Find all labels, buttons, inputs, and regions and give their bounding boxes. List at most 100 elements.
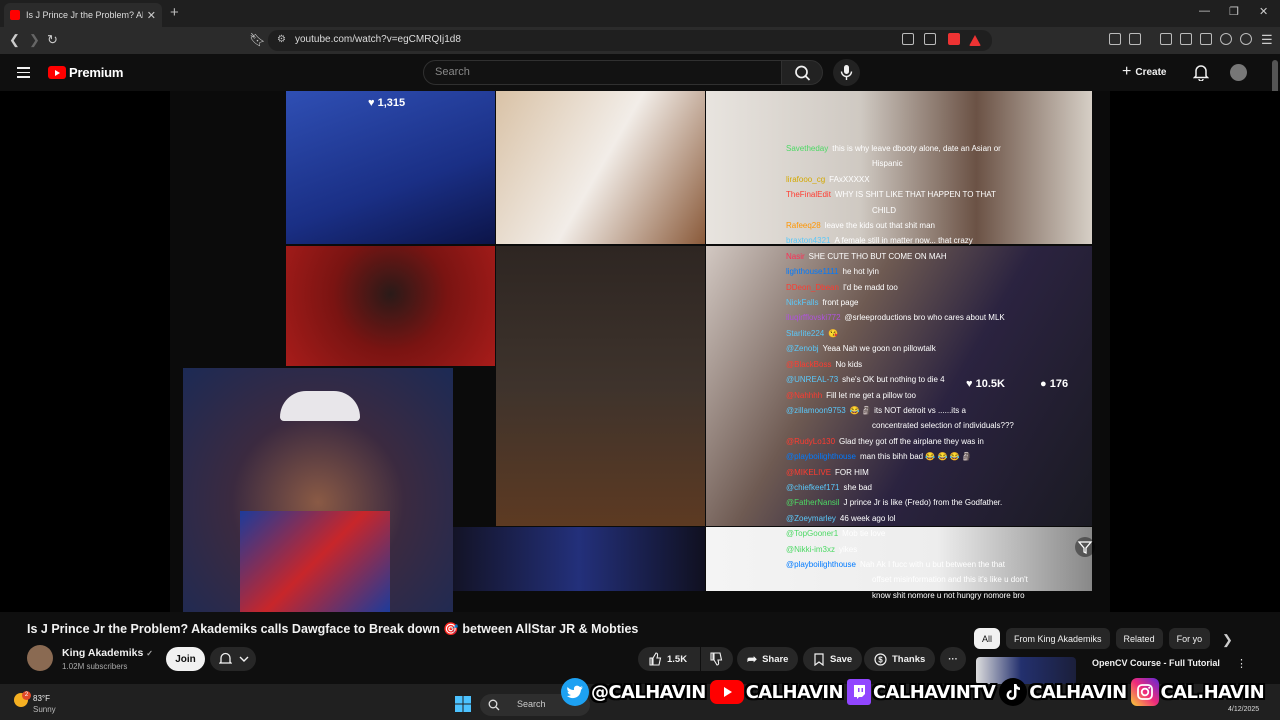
youtube-header: Premium Search + Create	[0, 54, 1280, 91]
thanks-button[interactable]: $ Thanks	[864, 647, 936, 671]
new-tab-button[interactable]: +	[170, 4, 179, 21]
chevron-right-icon[interactable]: ❯	[1222, 632, 1233, 648]
tab-close-icon[interactable]: ✕	[147, 9, 156, 22]
chat-text: @srleeproductions bro who cares about ML…	[844, 313, 1005, 323]
wallet-icon[interactable]	[1200, 33, 1212, 45]
media-icon[interactable]	[1160, 33, 1172, 45]
brave-shield-icon[interactable]	[948, 33, 960, 45]
hamburger-menu-icon[interactable]	[17, 67, 30, 78]
tab-title: Is J Prince Jr the Problem? Akademiks	[26, 10, 143, 20]
chat-text: know shit nomore u not hungry nomore bro	[872, 590, 1025, 600]
chat-text: 😘	[828, 328, 839, 338]
chat-message: TheFinalEdit WHY IS SHIT LIKE THAT HAPPEN…	[786, 187, 1086, 202]
chat-message: Hispanic	[786, 156, 1086, 171]
chat-message: @TopGooner1 Mob tie love	[786, 526, 1086, 541]
search-input[interactable]: Search	[423, 60, 782, 85]
filter-icon[interactable]	[1074, 536, 1096, 558]
chat-username: @UNREAL-73	[786, 375, 839, 385]
chat-username: NickFalls	[786, 298, 819, 308]
chip-for-you[interactable]: For yo	[1168, 628, 1211, 649]
share-page-icon[interactable]	[924, 33, 936, 45]
youtube-premium-logo[interactable]: Premium	[48, 65, 123, 80]
back-icon[interactable]: ❮	[9, 32, 20, 48]
dislike-button[interactable]	[701, 647, 733, 671]
tiktok-icon	[999, 678, 1028, 706]
chat-message: @playboilighthouse man this bihh bad 😂 😂 …	[786, 449, 1086, 464]
reader-icon[interactable]	[1129, 33, 1141, 45]
leo-ai-icon[interactable]	[1220, 33, 1232, 45]
subscription-bell-button[interactable]	[210, 647, 256, 671]
cast-icon[interactable]	[902, 33, 914, 45]
create-button[interactable]: + Create	[1122, 62, 1166, 82]
join-button[interactable]: Join	[166, 647, 205, 671]
save-label: Save	[830, 653, 853, 665]
browser-menu-icon[interactable]: ☰	[1261, 32, 1273, 48]
youtube-icon	[709, 680, 744, 704]
chat-username: TheFinalEdit	[786, 190, 831, 200]
more-actions-button[interactable]: ···	[940, 647, 966, 671]
chat-text: yikes	[839, 544, 858, 554]
extensions-icon[interactable]	[1109, 33, 1121, 45]
chat-username: iluqirfflovski772	[786, 313, 841, 323]
channel-avatar[interactable]	[27, 645, 53, 671]
save-button[interactable]: Save	[803, 647, 863, 671]
channel-name[interactable]: King Akademiks ✓	[62, 647, 153, 659]
chat-text: leave the kids out that shit man	[824, 221, 935, 231]
tiktok-handle: CALHAVIN	[1029, 681, 1127, 703]
voice-search-button[interactable]	[833, 59, 860, 86]
chip-all[interactable]: All	[974, 628, 1001, 649]
chat-text: Nah Ak I fucc with u but between the tha…	[859, 559, 1005, 569]
share-label: Share	[762, 653, 789, 665]
chat-message: braxton4321 A female still in matter now.…	[786, 233, 1086, 248]
chat-message: Starlite224 😘	[786, 326, 1086, 341]
search-button[interactable]	[781, 60, 823, 85]
chat-text: Mob tie love	[842, 529, 886, 539]
chat-message: @zillamoon9753 😂 🗿 its NOT detroit vs ...…	[786, 403, 1086, 418]
chip-related[interactable]: Related	[1115, 628, 1163, 649]
close-window-icon[interactable]: ✕	[1259, 5, 1268, 18]
youtube-handle: CALHAVIN	[745, 681, 844, 703]
like-button[interactable]: 1.5K	[638, 647, 700, 671]
logo-text: Premium	[69, 65, 124, 80]
thumbs-down-icon	[710, 652, 723, 666]
video-tile-bottom-1	[453, 527, 705, 591]
site-info-icon[interactable]: ⚙︎	[277, 34, 286, 45]
weather-condition[interactable]: Sunny	[33, 705, 56, 714]
twitch-icon	[846, 679, 871, 705]
chip-from-channel[interactable]: From King Akademiks	[1006, 628, 1110, 649]
up-next-title[interactable]: OpenCV Course - Full Tutorial	[1092, 658, 1220, 668]
reload-icon[interactable]: ↻	[47, 32, 58, 48]
sidebar-icon[interactable]	[1180, 33, 1192, 45]
notifications-bell-icon[interactable]	[1193, 63, 1209, 81]
minimize-icon[interactable]: —	[1199, 5, 1210, 17]
svg-text:$: $	[878, 655, 883, 664]
browser-tab-bar: Is J Prince Jr the Problem? Akademiks ✕ …	[0, 0, 1280, 27]
account-avatar[interactable]	[1230, 64, 1247, 81]
chat-message: Nasir SHE CUTE THO BUT COME ON MAH	[786, 249, 1086, 264]
weather-temperature[interactable]: 83°F	[33, 694, 50, 703]
address-bar[interactable]: ⚙︎ youtube.com/watch?v=egCMRQIj1d8	[268, 30, 992, 51]
chat-text: she's OK but nothing to die 4	[842, 375, 945, 385]
restore-icon[interactable]: ❐	[1229, 5, 1239, 18]
chat-message: CHILD	[786, 203, 1086, 218]
bell-icon	[219, 652, 232, 664]
subscriber-count: 1.02M subscribers	[62, 662, 128, 671]
share-button[interactable]: ➦ Share	[737, 647, 799, 671]
browser-tab[interactable]: Is J Prince Jr the Problem? Akademiks ✕	[4, 3, 162, 27]
chat-username: @playboilighthouse	[786, 452, 856, 462]
bookmark-icon[interactable]: 🔖︎	[249, 32, 266, 48]
video-player[interactable]: ♥ 1,315 Savetheday this is why leave dboo…	[0, 91, 1280, 612]
chat-text: FAxXXXXX	[829, 174, 870, 184]
live-chat-overlay: Savetheday this is why leave dbooty alone…	[786, 144, 1086, 603]
windows-start-icon[interactable]	[455, 696, 471, 712]
twitter-icon	[561, 678, 589, 706]
forward-icon[interactable]: ❯	[29, 32, 40, 48]
vpn-icon[interactable]	[1240, 33, 1252, 45]
rewards-icon[interactable]	[969, 35, 981, 46]
chat-username: @TopGooner1	[786, 529, 839, 539]
kebab-menu-icon[interactable]: ⋮	[1236, 657, 1247, 670]
chat-text: man this bihh bad 😂 😂 😂 🗿	[859, 452, 972, 462]
chat-username: lirafooo_cg	[786, 174, 826, 184]
chat-username: @FatherNansil	[786, 498, 840, 508]
chat-text: Fill let me get a pillow too	[826, 390, 916, 400]
